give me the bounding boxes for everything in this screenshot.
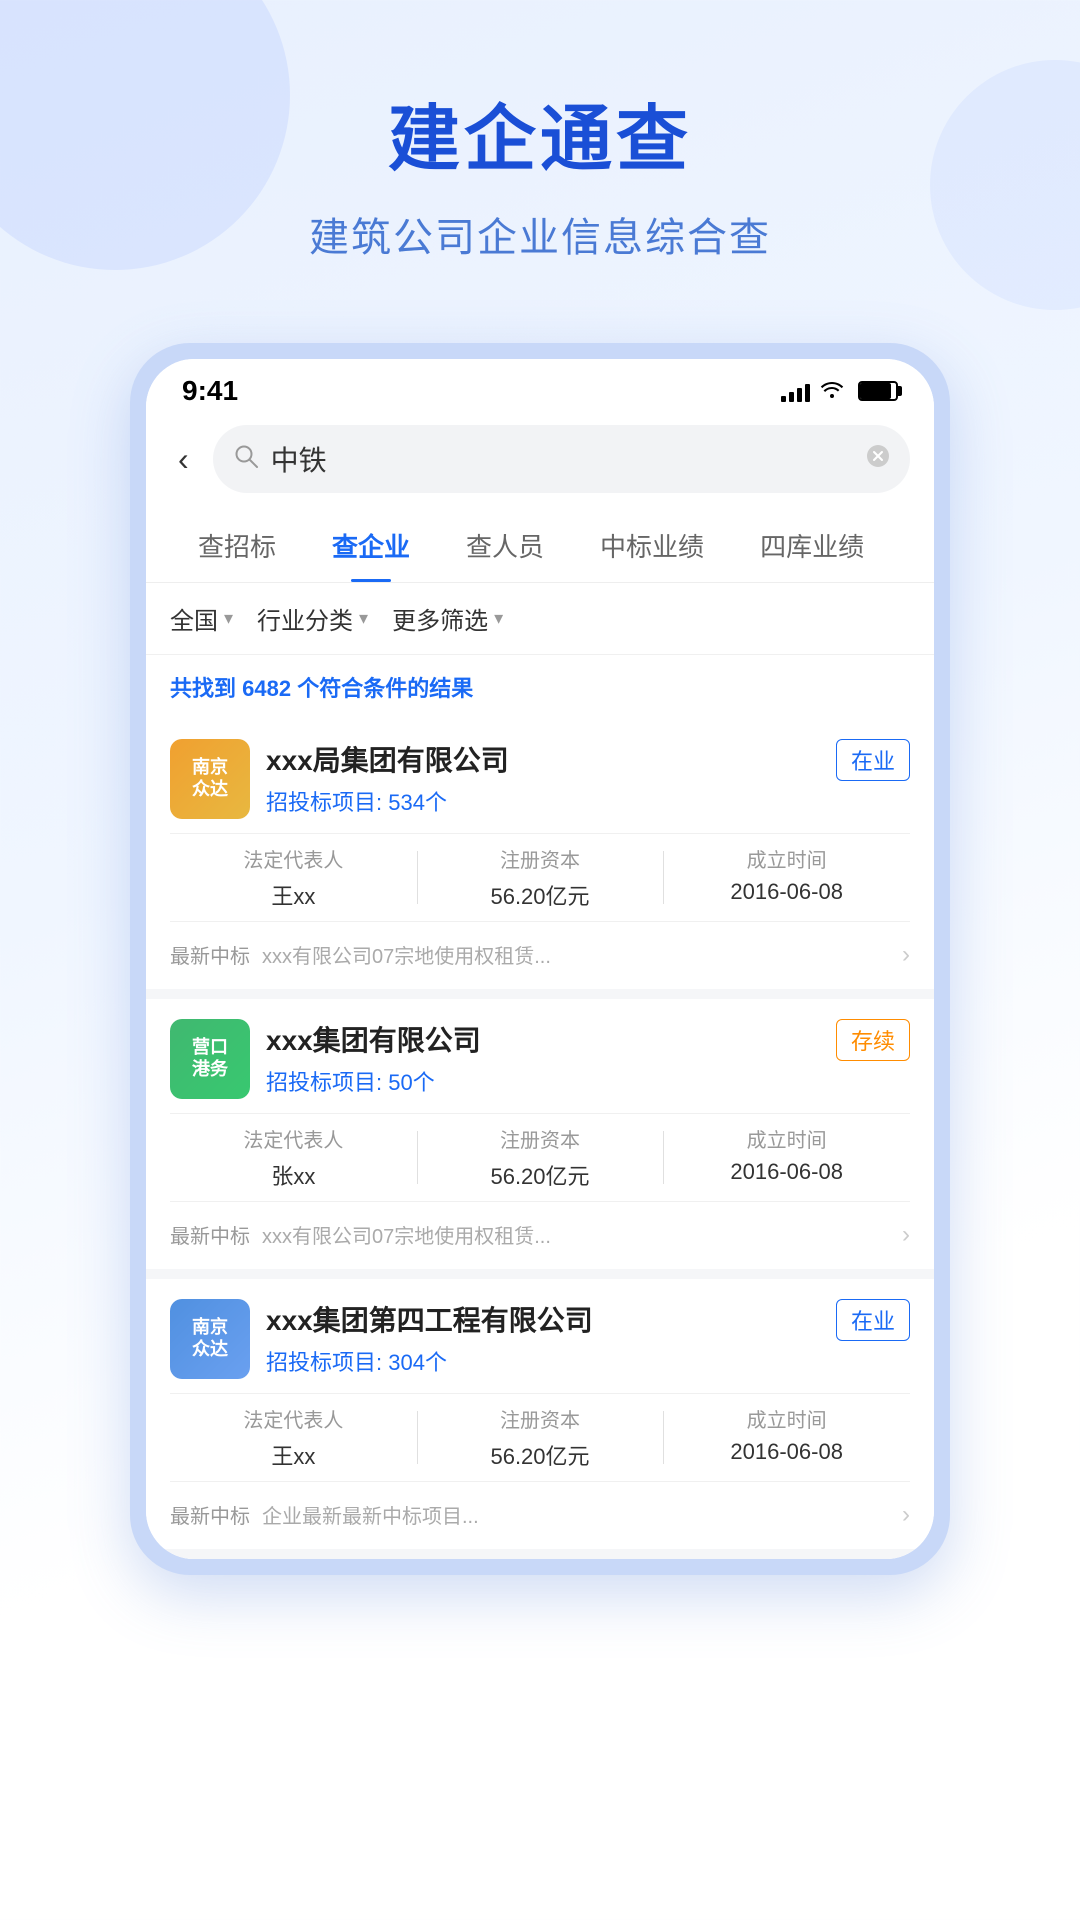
detail-date-2: 成立时间 2016-06-08 [663, 1124, 910, 1191]
project-count-1: 招投标项目: 534个 [266, 785, 820, 817]
battery-icon [858, 381, 898, 401]
phone-screen: 9:41 ‹ [146, 359, 934, 1559]
detail-date-3: 成立时间 2016-06-08 [663, 1404, 910, 1471]
signal-icon [781, 380, 810, 402]
company-logo-1: 南京 众达 [170, 739, 250, 819]
filter-row: 全国 ▾ 行业分类 ▾ 更多筛选 ▾ [146, 583, 934, 655]
card-info-2: xxx集团有限公司 招投标项目: 50个 [266, 1019, 820, 1097]
filter-more[interactable]: 更多筛选 ▾ [392, 601, 503, 636]
card-details-2: 法定代表人 张xx 注册资本 56.20亿元 成立时间 2016-06-08 [170, 1113, 910, 1202]
filter-region-arrow: ▾ [224, 608, 233, 629]
company-logo-2: 营口 港务 [170, 1019, 250, 1099]
detail-legal-1: 法定代表人 王xx [170, 844, 417, 911]
company-name-3: xxx集团第四工程有限公司 [266, 1299, 820, 1339]
header-section: 建企通查 建筑公司企业信息综合查 [0, 0, 1080, 303]
wifi-icon [820, 378, 844, 404]
latest-bid-3: 最新中标 企业最新最新中标项目... [170, 1500, 902, 1529]
detail-capital-1: 注册资本 56.20亿元 [417, 844, 664, 911]
company-name-2: xxx集团有限公司 [266, 1019, 820, 1059]
app-subtitle: 建筑公司企业信息综合查 [40, 205, 1040, 263]
search-icon [233, 443, 259, 476]
card-top-1: 南京 众达 xxx局集团有限公司 招投标项目: 534个 在业 [170, 739, 910, 819]
status-badge-3: 在业 [836, 1299, 910, 1341]
card-bottom-3[interactable]: 最新中标 企业最新最新中标项目... › [170, 1496, 910, 1529]
filter-industry-arrow: ▾ [359, 608, 368, 629]
chevron-right-icon-3: › [902, 1501, 910, 1529]
chevron-right-icon-2: › [902, 1221, 910, 1249]
result-count-bar: 共找到 6482 个符合条件的结果 [146, 655, 934, 719]
detail-date-1: 成立时间 2016-06-08 [663, 844, 910, 911]
search-input-value[interactable]: 中铁 [271, 439, 854, 479]
card-bottom-1[interactable]: 最新中标 xxx有限公司07宗地使用权租赁... › [170, 936, 910, 969]
detail-capital-2: 注册资本 56.20亿元 [417, 1124, 664, 1191]
tab-bid-result[interactable]: 中标业绩 [572, 509, 732, 582]
card-info-3: xxx集团第四工程有限公司 招投标项目: 304个 [266, 1299, 820, 1377]
status-badge-1: 在业 [836, 739, 910, 781]
company-card-2[interactable]: 营口 港务 xxx集团有限公司 招投标项目: 50个 存续 法定代表人 张xx [146, 999, 934, 1279]
status-badge-2: 存续 [836, 1019, 910, 1061]
search-clear-icon[interactable] [866, 443, 890, 475]
tab-four-db[interactable]: 四库业绩 [732, 509, 892, 582]
latest-bid-2: 最新中标 xxx有限公司07宗地使用权租赁... [170, 1220, 902, 1249]
status-icons [781, 378, 898, 404]
company-card-3[interactable]: 南京 众达 xxx集团第四工程有限公司 招投标项目: 304个 在业 法定代表人 [146, 1279, 934, 1559]
phone-mockup: 9:41 ‹ [130, 343, 950, 1575]
card-details-1: 法定代表人 王xx 注册资本 56.20亿元 成立时间 2016-06-08 [170, 833, 910, 922]
card-info-1: xxx局集团有限公司 招投标项目: 534个 [266, 739, 820, 817]
detail-capital-3: 注册资本 56.20亿元 [417, 1404, 664, 1471]
tab-search-person[interactable]: 查人员 [438, 509, 572, 582]
project-count-2: 招投标项目: 50个 [266, 1065, 820, 1097]
filter-region[interactable]: 全国 ▾ [170, 601, 233, 636]
project-count-3: 招投标项目: 304个 [266, 1345, 820, 1377]
detail-legal-3: 法定代表人 王xx [170, 1404, 417, 1471]
filter-more-arrow: ▾ [494, 608, 503, 629]
phone-container: 9:41 ‹ [0, 303, 1080, 1575]
card-top-2: 营口 港务 xxx集团有限公司 招投标项目: 50个 存续 [170, 1019, 910, 1099]
chevron-right-icon-1: › [902, 941, 910, 969]
card-top-3: 南京 众达 xxx集团第四工程有限公司 招投标项目: 304个 在业 [170, 1299, 910, 1379]
card-bottom-2[interactable]: 最新中标 xxx有限公司07宗地使用权租赁... › [170, 1216, 910, 1249]
detail-legal-2: 法定代表人 张xx [170, 1124, 417, 1191]
tab-search-bid[interactable]: 查招标 [170, 509, 304, 582]
app-title: 建企通查 [40, 80, 1040, 185]
status-bar: 9:41 [146, 359, 934, 415]
latest-bid-1: 最新中标 xxx有限公司07宗地使用权租赁... [170, 940, 902, 969]
company-name-1: xxx局集团有限公司 [266, 739, 820, 779]
tabs-row: 查招标 查企业 查人员 中标业绩 四库业绩 [146, 509, 934, 583]
card-details-3: 法定代表人 王xx 注册资本 56.20亿元 成立时间 2016-06-08 [170, 1393, 910, 1482]
company-logo-3: 南京 众达 [170, 1299, 250, 1379]
search-input-wrap[interactable]: 中铁 [213, 425, 910, 493]
status-time: 9:41 [182, 375, 238, 407]
search-bar-area: ‹ 中铁 [146, 415, 934, 509]
filter-industry[interactable]: 行业分类 ▾ [257, 601, 368, 636]
tab-search-company[interactable]: 查企业 [304, 509, 438, 582]
back-button[interactable]: ‹ [170, 437, 197, 482]
company-card-1[interactable]: 南京 众达 xxx局集团有限公司 招投标项目: 534个 在业 法定代表人 王x [146, 719, 934, 999]
